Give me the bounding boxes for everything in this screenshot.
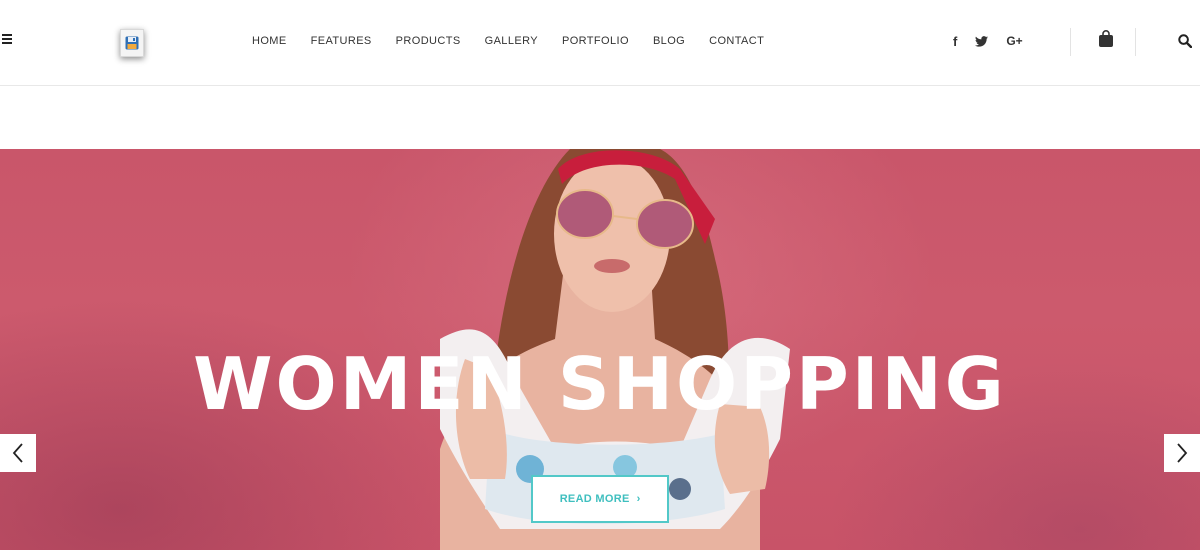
social-links: f G+: [953, 32, 1023, 50]
site-header: HOME FEATURES PRODUCTS GALLERY PORTFOLIO…: [0, 0, 1200, 86]
nav-blog[interactable]: BLOG: [653, 35, 685, 47]
slider-next-button[interactable]: [1164, 434, 1200, 472]
logo[interactable]: [120, 29, 144, 57]
floppy-disk-icon: [125, 36, 139, 50]
nav-contact[interactable]: CONTACT: [709, 35, 764, 47]
nav-home[interactable]: HOME: [252, 35, 287, 47]
chevron-right-icon: ›: [636, 493, 641, 505]
main-nav: HOME FEATURES PRODUCTS GALLERY PORTFOLIO…: [252, 34, 764, 48]
google-plus-icon[interactable]: G+: [1006, 33, 1022, 49]
search-icon[interactable]: [1178, 34, 1193, 49]
nav-products[interactable]: PRODUCTS: [396, 35, 461, 47]
hero-title: WOMEN SHOPPING: [193, 342, 1007, 426]
chevron-left-icon: [12, 443, 23, 463]
chevron-right-icon: [1177, 443, 1188, 463]
read-more-label: READ MORE: [559, 493, 630, 505]
hamburger-menu-icon[interactable]: [2, 34, 14, 48]
shopping-bag-icon[interactable]: [1098, 30, 1114, 48]
divider: [1135, 28, 1136, 56]
slider-prev-button[interactable]: [0, 434, 36, 472]
twitter-icon[interactable]: [975, 33, 989, 49]
hero-slider: WOMEN SHOPPING READ MORE ›: [0, 149, 1200, 550]
facebook-icon[interactable]: f: [953, 33, 957, 49]
nav-portfolio[interactable]: PORTFOLIO: [562, 35, 629, 47]
nav-features[interactable]: FEATURES: [311, 35, 372, 47]
nav-gallery[interactable]: GALLERY: [485, 35, 538, 47]
read-more-button[interactable]: READ MORE ›: [531, 475, 669, 523]
divider: [1070, 28, 1071, 56]
